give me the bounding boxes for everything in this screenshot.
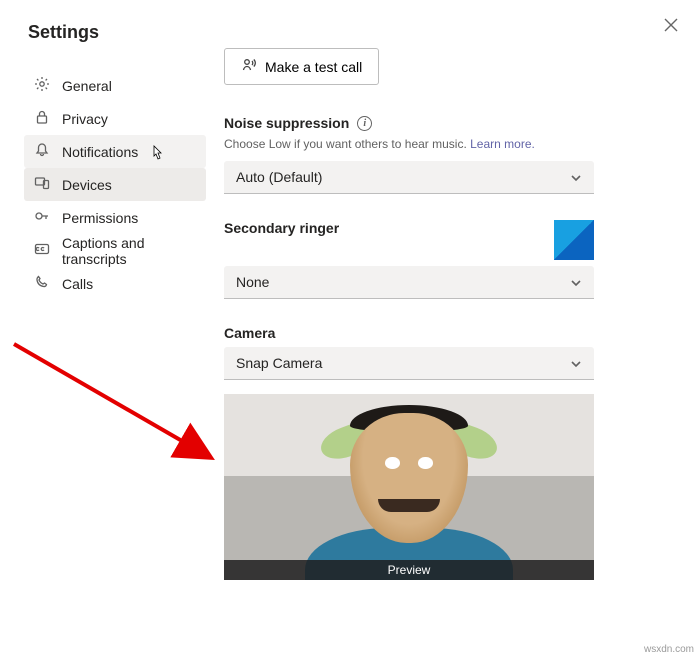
sidebar-item-label: Calls	[62, 276, 93, 292]
devices-icon	[34, 175, 50, 194]
settings-nav: General Privacy Notifications Devices Pe…	[24, 69, 206, 300]
captions-icon	[34, 241, 50, 260]
secondary-ringer-dropdown[interactable]: None	[224, 266, 594, 299]
chevron-down-icon	[570, 357, 582, 369]
watermark: wsxdn.com	[644, 644, 694, 655]
chevron-down-icon	[570, 276, 582, 288]
dropdown-value: Auto (Default)	[236, 169, 322, 185]
camera-dropdown[interactable]: Snap Camera	[224, 347, 594, 380]
sidebar-item-label: Permissions	[62, 210, 138, 226]
dropdown-value: None	[236, 274, 269, 290]
camera-section: Camera Snap Camera Preview	[224, 325, 678, 580]
section-heading: Camera	[224, 325, 275, 341]
sidebar-item-label: Captions and transcripts	[62, 235, 196, 267]
sidebar-item-devices[interactable]: Devices	[24, 168, 206, 201]
dropdown-value: Snap Camera	[236, 355, 322, 371]
sidebar-item-label: Devices	[62, 177, 112, 193]
lock-icon	[34, 109, 50, 128]
settings-main: Make a test call Noise suppression i Cho…	[206, 22, 686, 659]
hint-text: Choose Low if you want others to hear mu…	[224, 137, 470, 151]
sidebar-item-label: General	[62, 78, 112, 94]
section-heading: Noise suppression	[224, 115, 349, 131]
sidebar-item-general[interactable]: General	[24, 69, 206, 102]
sidebar-item-notifications[interactable]: Notifications	[24, 135, 206, 168]
sidebar-item-calls[interactable]: Calls	[24, 267, 206, 300]
sidebar-item-label: Notifications	[62, 144, 138, 160]
camera-preview: Preview	[224, 394, 594, 580]
noise-suppression-section: Noise suppression i Choose Low if you wa…	[224, 115, 678, 194]
learn-more-link[interactable]: Learn more.	[470, 137, 535, 151]
chevron-down-icon	[570, 171, 582, 183]
button-label: Make a test call	[265, 59, 362, 75]
gear-icon	[34, 76, 50, 95]
sidebar-item-captions[interactable]: Captions and transcripts	[24, 234, 206, 267]
page-title: Settings	[24, 22, 206, 43]
close-button[interactable]	[664, 18, 678, 35]
sidebar-item-privacy[interactable]: Privacy	[24, 102, 206, 135]
sidebar-item-label: Privacy	[62, 111, 108, 127]
noise-hint: Choose Low if you want others to hear mu…	[224, 137, 678, 151]
make-test-call-button[interactable]: Make a test call	[224, 48, 379, 85]
bell-icon	[34, 142, 50, 161]
key-icon	[34, 208, 50, 227]
secondary-ringer-section: Secondary ringer None	[224, 220, 678, 299]
phone-icon	[34, 274, 50, 293]
windows-logo-decoration	[554, 220, 594, 260]
person-call-icon	[241, 57, 257, 76]
settings-sidebar: Settings General Privacy Notifications D…	[24, 22, 206, 659]
sidebar-item-permissions[interactable]: Permissions	[24, 201, 206, 234]
preview-label: Preview	[224, 560, 594, 580]
info-icon[interactable]: i	[357, 116, 372, 131]
noise-suppression-dropdown[interactable]: Auto (Default)	[224, 161, 594, 194]
section-heading: Secondary ringer	[224, 220, 339, 236]
